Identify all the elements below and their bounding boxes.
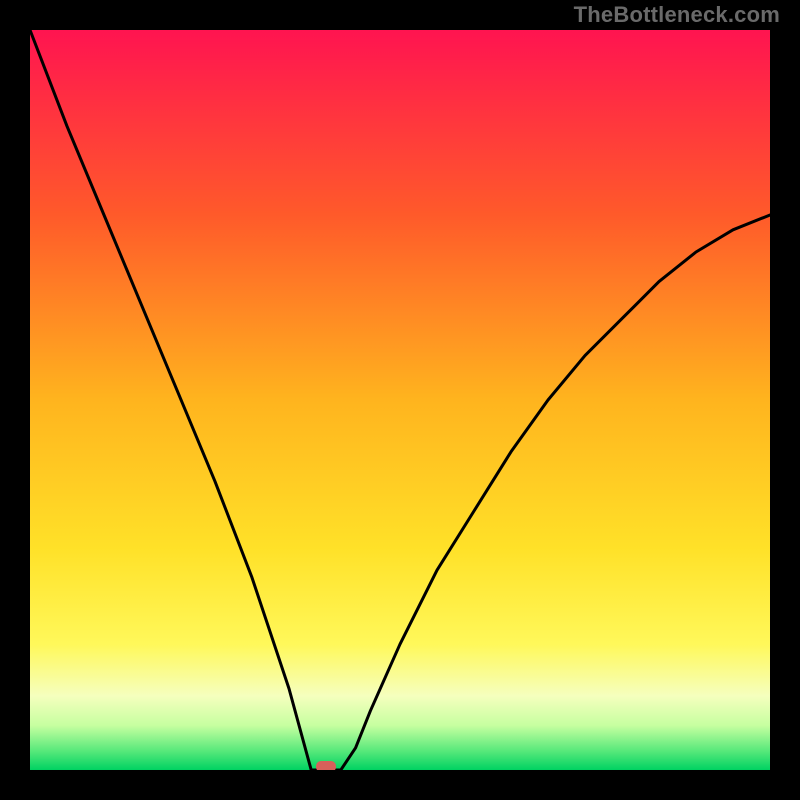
bottleneck-plot <box>30 30 770 770</box>
watermark-text: TheBottleneck.com <box>574 2 780 28</box>
chart-frame: TheBottleneck.com <box>0 0 800 800</box>
optimal-marker <box>316 761 336 770</box>
plot-background <box>30 30 770 770</box>
